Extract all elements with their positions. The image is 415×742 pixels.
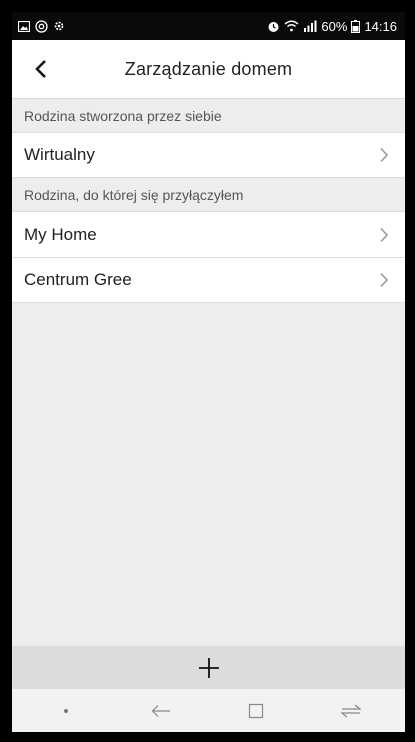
switch-icon[interactable]	[331, 696, 371, 726]
section-header-joined-family: Rodzina, do której się przyłączyłem	[12, 178, 405, 211]
at-icon	[35, 19, 48, 33]
dot-icon[interactable]	[46, 696, 86, 726]
list-item-my-home[interactable]: My Home	[12, 211, 405, 257]
battery-icon	[351, 19, 361, 33]
list-item-wirtualny[interactable]: Wirtualny	[12, 132, 405, 178]
list-item-label: Centrum Gree	[24, 270, 132, 289]
status-left-icons	[18, 19, 65, 33]
app-header: Zarządzanie domem	[12, 40, 405, 99]
chevron-right-icon	[379, 272, 389, 288]
section-header-label: Rodzina stworzona przez siebie	[24, 107, 222, 124]
plus-icon	[198, 657, 220, 679]
recents-icon[interactable]	[236, 696, 276, 726]
back-button[interactable]	[26, 54, 56, 84]
gallery-icon	[18, 20, 30, 32]
back-arrow-icon[interactable]	[141, 696, 181, 726]
chevron-right-icon	[379, 227, 389, 243]
chevron-left-icon	[34, 59, 48, 79]
phone-screen: 60% 14:16 Zarządzanie domem Rodzina stwo…	[12, 12, 405, 732]
chevron-right-icon	[379, 147, 389, 163]
add-home-button[interactable]	[12, 646, 405, 689]
status-bar: 60% 14:16	[12, 12, 405, 40]
status-time: 14:16	[364, 18, 397, 34]
section-header-own-family: Rodzina stworzona przez siebie	[12, 99, 405, 132]
signal-icon	[303, 20, 317, 32]
alarm-icon	[267, 20, 280, 33]
list-item-label: My Home	[24, 224, 97, 244]
system-nav-bar	[12, 689, 405, 732]
status-right-icons: 60% 14:16	[267, 19, 397, 34]
list-item-centrum-gree[interactable]: Centrum Gree	[12, 257, 405, 303]
list-item-label: Wirtualny	[24, 145, 95, 164]
battery-percent: 60%	[321, 18, 348, 34]
wifi-icon	[284, 20, 299, 32]
settings-icon	[53, 20, 65, 32]
page-title: Zarządzanie domem	[124, 58, 293, 79]
section-header-label: Rodzina, do której się przyłączyłem	[24, 186, 244, 203]
